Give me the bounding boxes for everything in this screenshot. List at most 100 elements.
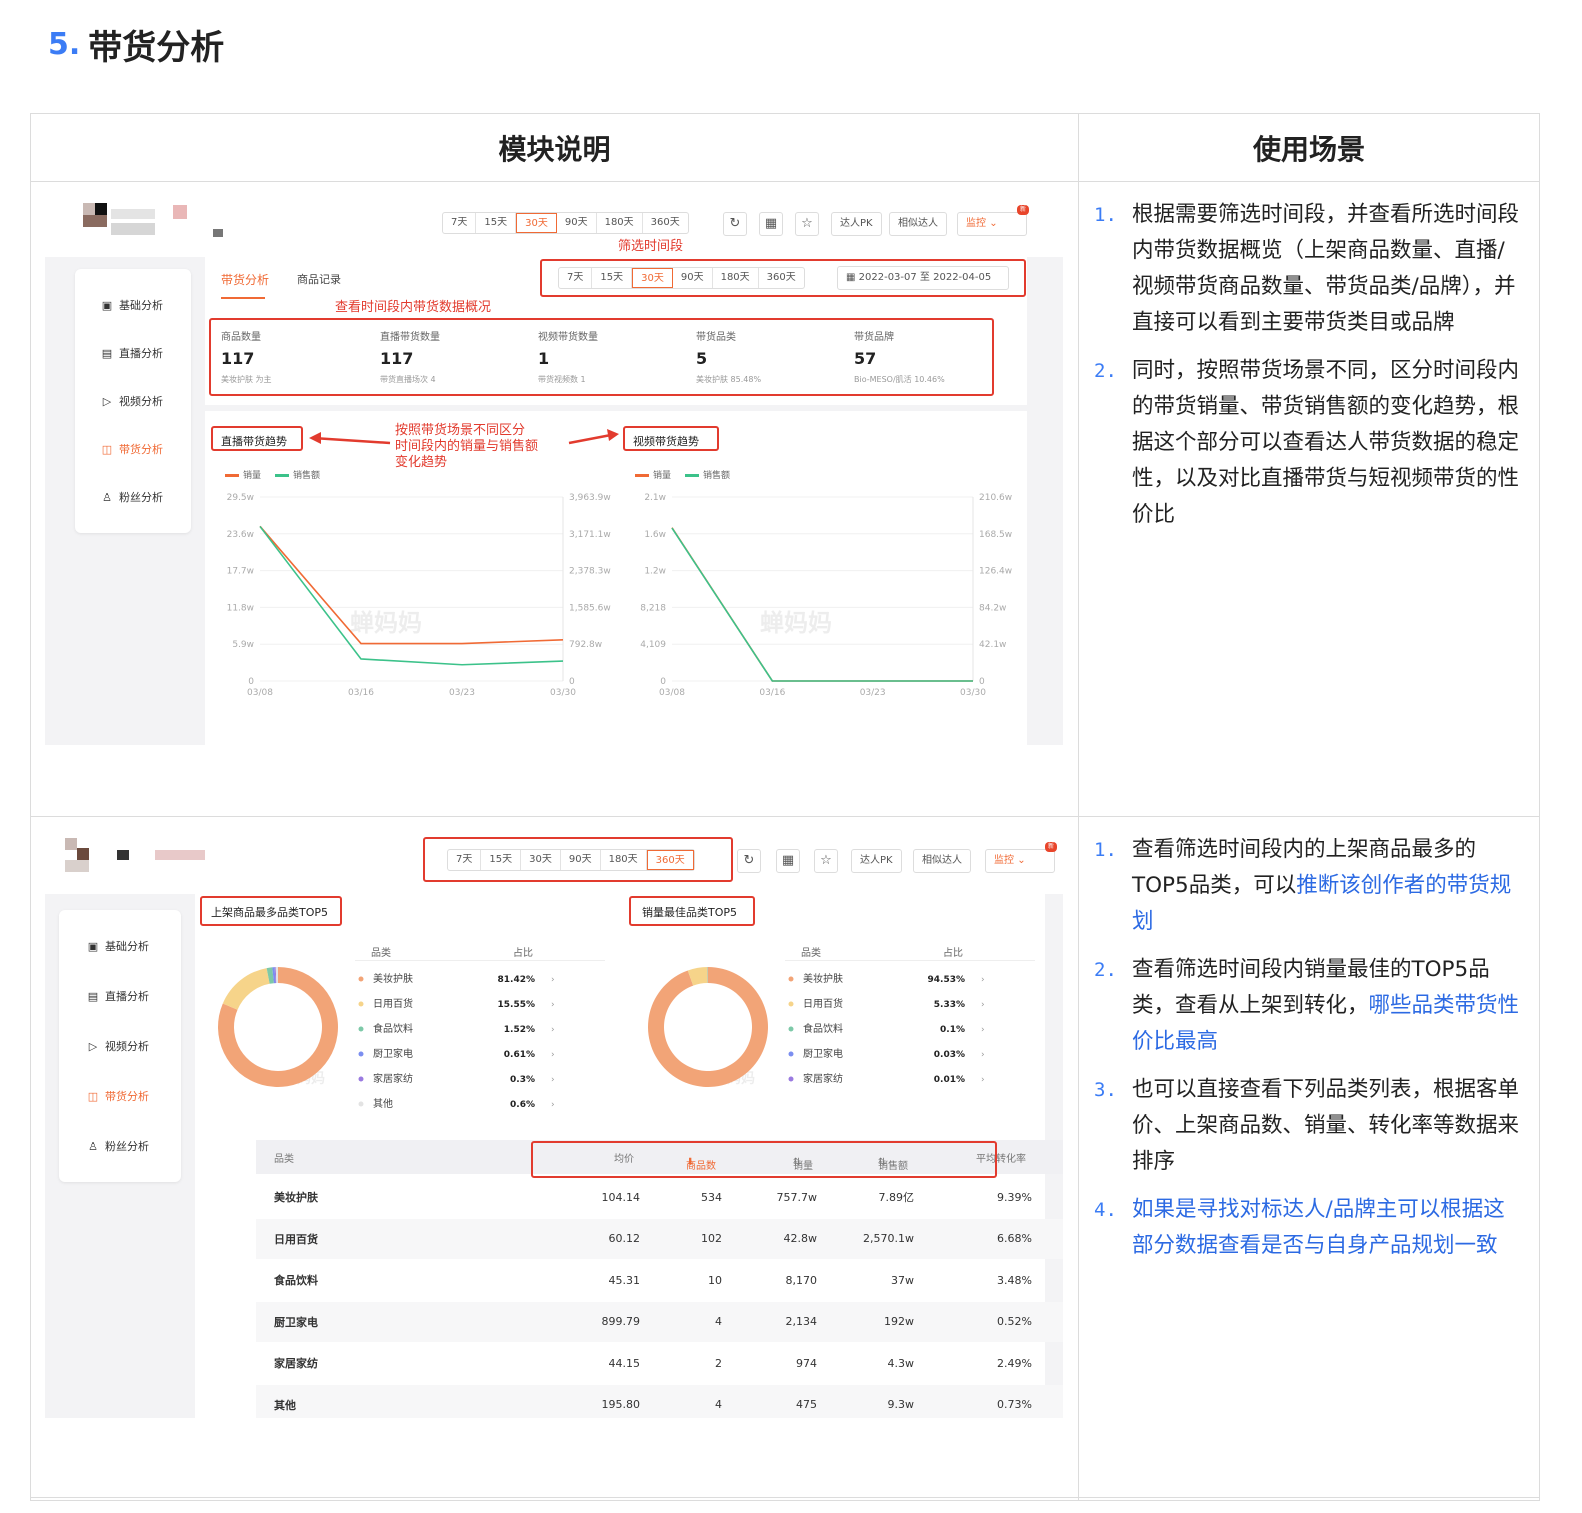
screenshot-trend: 7天 15天 30天 90天 180天 360天 ↻ ▦ ☆ 达人PK 相似达人… <box>45 195 1063 745</box>
row-divider-bottom <box>31 1497 1539 1498</box>
monitor-button[interactable]: 监控 ⌄ <box>957 212 1027 236</box>
chevron-right-icon: › <box>981 1050 985 1060</box>
highlight-live-title <box>211 426 303 451</box>
chevron-right-icon: › <box>551 1050 555 1060</box>
user-icon: ♙ <box>102 490 112 504</box>
tab-90d[interactable]: 90天 <box>557 213 597 233</box>
sidebar-item-label: 直播分析 <box>119 347 163 360</box>
table-cell: 899.79 <box>601 1315 641 1328</box>
chevron-right-icon: › <box>981 1025 985 1035</box>
table-row[interactable]: 日用百货 60.12 102 42.8w 2,570.1w 6.68% <box>256 1218 1063 1259</box>
row-divider <box>31 816 1539 817</box>
table-cell: 60.12 <box>608 1232 641 1245</box>
legend-dot <box>788 1076 794 1082</box>
refresh-icon[interactable]: ↻ <box>723 212 747 236</box>
table-cell: 2 <box>715 1356 722 1370</box>
tab-180d[interactable]: 180天 <box>597 213 643 233</box>
table-cell: 195.80 <box>601 1398 641 1411</box>
tab-360d[interactable]: 360天 <box>643 213 688 233</box>
table-cell: 534 <box>701 1190 722 1204</box>
top-time-tabs: 7天 15天 30天 90天 180天 360天 <box>442 212 689 234</box>
table-row[interactable]: 家居家纺 44.15 2 974 4.3w 2.49% <box>256 1343 1063 1383</box>
legend-dot <box>788 1051 794 1057</box>
table-cell: 其他 <box>274 1398 296 1412</box>
trend-charts: 29.5w 3,963.9w 23.6w 3,171.1w 17.7w 2,378.3w 1… <box>227 493 1013 698</box>
y-tick-left: 8,218 <box>640 603 666 613</box>
chevron-right-icon: › <box>551 975 555 985</box>
category-label: 其他 <box>373 1097 393 1110</box>
usage-item: 1. 根据需要筛选时间段，并查看所选时间段内带货数据概览（上架商品数量、直播/视频… <box>1094 197 1524 341</box>
live-legend: 销量 销售额 <box>225 468 320 481</box>
x-tick-label: 03/08 <box>659 688 685 698</box>
sidebar-item-basic[interactable]: ▣ 基础分析 <box>101 297 163 313</box>
table-cell: 6.68% <box>997 1232 1032 1245</box>
highlight-filter <box>540 259 1026 297</box>
category-label: 食品饮料 <box>373 1022 413 1035</box>
sidebar-item-sales[interactable]: ◫ 带货分析 <box>101 441 163 457</box>
legend-sales: 销量 <box>225 468 261 481</box>
section-title: 带货分析 <box>88 28 225 68</box>
sidebar-item-fans[interactable]: ♙ 粉丝分析 <box>101 489 163 505</box>
screenshot-categories: 7天 15天 30天 90天 180天 360天 ↻ ▦ ☆ 达人PK 相似达人… <box>45 830 1063 1418</box>
sidebar-item-video[interactable]: ▷ 视频分析 <box>101 393 163 409</box>
user-icon: ♙ <box>88 1139 98 1153</box>
table-row[interactable]: 食品饮料 45.31 10 8,170 37w 3.48% <box>256 1260 1063 1300</box>
similar-button[interactable]: 相似达人 <box>889 212 947 236</box>
pk-button[interactable]: 达人PK <box>831 212 882 236</box>
tab-15d[interactable]: 15天 <box>476 213 517 233</box>
category-percent: 81.42% <box>498 975 536 985</box>
usage-item: 3. 也可以直接查看下列品类列表，根据客单价、上架商品数、销量、转化率等数据来排序 <box>1094 1072 1524 1180</box>
table-cell: 家居家纺 <box>274 1357 318 1370</box>
y-tick-left: 23.6w <box>227 530 254 540</box>
chevron-right-icon: › <box>551 1100 555 1110</box>
monitor-label: 监控 <box>966 218 986 229</box>
legend-sales: 销量 <box>635 468 671 481</box>
legend-label: 销量 <box>243 471 262 481</box>
usage-number: 2. <box>1094 959 1117 981</box>
sidebar-item-live[interactable]: ▤ 直播分析 <box>101 345 163 361</box>
category-label: 厨卫家电 <box>803 1047 843 1060</box>
y-tick-left: 0 <box>248 677 254 687</box>
y-tick-left: 11.8w <box>227 603 254 613</box>
y-tick-right: 42.1w <box>979 640 1006 650</box>
table-row[interactable]: 其他 195.80 4 475 9.3w 0.73% <box>256 1384 1063 1418</box>
chevron-right-icon: › <box>551 1075 555 1085</box>
table-row[interactable]: 厨卫家电 899.79 4 2,134 192w 0.52% <box>256 1301 1063 1342</box>
table-cell: 102 <box>701 1232 722 1245</box>
table-cell: 3.48% <box>997 1273 1032 1287</box>
category-percent: 0.01% <box>934 1075 965 1085</box>
category-percent: 0.6% <box>510 1100 535 1110</box>
category-label: 食品饮料 <box>803 1022 843 1035</box>
legend-dot <box>358 1076 364 1082</box>
legend-amount: 销售额 <box>685 468 730 481</box>
sidebar-item-fans[interactable]: ♙ 粉丝分析 <box>87 1138 149 1154</box>
y-tick-right: 792.8w <box>569 640 602 650</box>
x-tick-label: 03/16 <box>348 688 374 698</box>
x-tick-label: 03/08 <box>247 688 273 698</box>
y-tick-right: 0 <box>569 677 575 687</box>
tab-7d[interactable]: 7天 <box>443 213 477 233</box>
y-tick-left: 17.7w <box>227 567 254 577</box>
series-line-amount <box>671 527 973 682</box>
bag-icon: ◫ <box>101 442 113 456</box>
sidebar-item-label: 基础分析 <box>119 299 163 312</box>
y-tick-left: 1.6w <box>644 530 666 540</box>
table-row[interactable]: 美妆护肤 104.14 534 757.7w 7.89亿 9.39% <box>256 1177 1063 1217</box>
qrcode-icon[interactable]: ▦ <box>759 212 783 236</box>
table-cell: 7.89亿 <box>878 1191 915 1204</box>
table-cell: 厨卫家电 <box>274 1315 318 1329</box>
x-tick-label: 03/16 <box>759 688 785 698</box>
star-icon[interactable]: ☆ <box>795 212 819 236</box>
sidebar: ▣ 基础分析 ▤ 直播分析 ▷ 视频分析 ◫ 带货分析 ♙ 粉丝分析 <box>75 269 191 533</box>
category-percent: 0.03% <box>934 1050 965 1060</box>
series-line-sales <box>671 527 973 682</box>
legend-dot <box>358 1026 364 1032</box>
table-cell: 42.8w <box>783 1232 818 1245</box>
tab-30d[interactable]: 30天 <box>516 213 557 233</box>
table-cell: 2.49% <box>997 1356 1032 1370</box>
table-cell: 日用百货 <box>274 1232 318 1246</box>
x-tick-label: 03/30 <box>550 688 576 698</box>
category-label: 日用百货 <box>373 997 413 1010</box>
highlight-overview <box>209 318 994 396</box>
table-cell: 美妆护肤 <box>274 1191 318 1204</box>
